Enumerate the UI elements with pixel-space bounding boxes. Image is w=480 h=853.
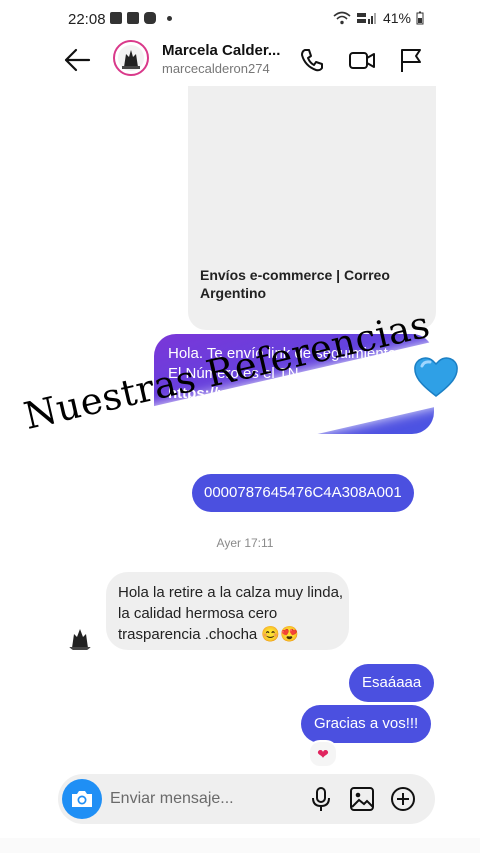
avatar[interactable] (113, 40, 149, 76)
status-right: 41% (333, 10, 424, 26)
link-preview-card[interactable]: Envíos e-commerce | Correo Argentino (188, 86, 436, 330)
incoming-message[interactable]: Hola la retire a la calza muy linda, la … (106, 572, 349, 650)
back-arrow-icon[interactable] (62, 46, 92, 74)
sender-avatar[interactable] (66, 624, 94, 652)
message-input[interactable]: Enviar mensaje... (110, 790, 234, 808)
message-line: El Número es el TN (168, 365, 299, 382)
wifi-icon (333, 11, 351, 25)
message-line: Hola. Te envío link de seguimiento (168, 345, 397, 362)
status-time: 22:08 (68, 11, 106, 28)
plus-icon[interactable] (390, 786, 416, 812)
outgoing-message[interactable]: Hola. Te envío link de seguimiento El Nú… (154, 334, 434, 434)
message-text: Gracias a vos!!! (314, 715, 419, 732)
contact-username[interactable]: marcecalderon274 (162, 61, 270, 76)
link-preview-title: Envíos e-commerce | Correo Argentino (200, 267, 390, 301)
message-thread[interactable]: Envíos e-commerce | Correo Argentino Hol… (0, 86, 480, 768)
heart-reaction[interactable]: ❤ (308, 740, 338, 768)
contact-name[interactable]: Marcela Calder... (162, 42, 280, 59)
tracking-link[interactable]: https://w... (168, 384, 434, 404)
signal-icon (356, 13, 376, 24)
battery-icon (416, 11, 424, 25)
avatar-image (69, 629, 91, 650)
battery-level: 41% (382, 10, 411, 26)
status-bar: 22:08 41% (0, 0, 480, 36)
message-composer[interactable]: Enviar mensaje... (58, 774, 435, 824)
tracking-number: 0000787645476C4A308A001 (204, 484, 402, 501)
avatar-image (122, 50, 140, 69)
notification-icons (110, 12, 172, 24)
message-text: Esaáaaa (362, 674, 422, 691)
chat-header: Marcela Calder... marcecalderon274 (0, 36, 480, 86)
message-text: Hola la retire a la calza muy linda, la … (118, 584, 344, 643)
heart-icon (414, 357, 458, 397)
outgoing-message[interactable]: 0000787645476C4A308A001 (192, 474, 414, 512)
outgoing-message[interactable]: Esaáaaa (349, 664, 435, 702)
outgoing-message[interactable]: Gracias a vos!!! (301, 705, 432, 743)
microphone-icon[interactable] (308, 786, 334, 812)
gallery-notification-icon (110, 12, 122, 24)
navigation-bar (0, 838, 480, 853)
message-timestamp: Ayer 17:11 (216, 536, 274, 550)
camera-button[interactable] (62, 779, 102, 819)
facebook-notification-icon (127, 12, 139, 24)
video-icon[interactable] (348, 46, 376, 74)
phone-icon[interactable] (298, 46, 326, 74)
instagram-notification-icon (144, 12, 156, 24)
image-icon[interactable] (349, 786, 375, 812)
camera-icon (72, 791, 92, 807)
flag-icon[interactable] (397, 46, 425, 74)
more-notifications-icon (167, 15, 172, 21)
